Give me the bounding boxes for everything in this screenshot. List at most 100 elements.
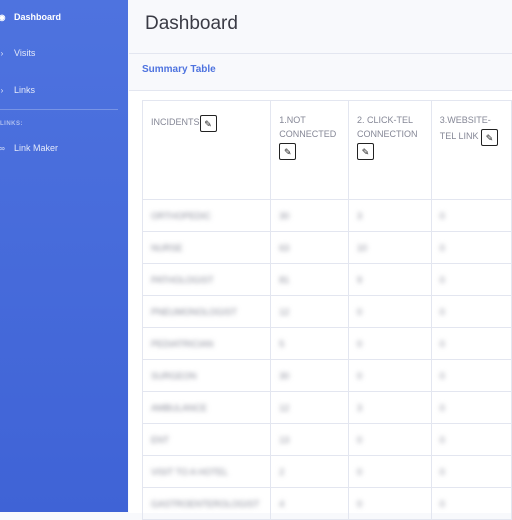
table-cell: 12 [270,391,350,424]
table-cell: 30 [270,359,350,392]
cell-value: 0 [357,370,363,381]
sidebar: ◉ Dashboard › Visits › Links LINKS: ∞ Li… [0,0,128,512]
cell-value: 0 [439,434,445,445]
table-cell: 5 [270,327,350,360]
summary-table: INCIDENTS ✎ 1.NOT CONNECTED ✎ 2. CLICK-TE… [141,100,512,520]
table-cell: 3 [348,391,432,424]
cell-value: 2 [279,466,285,477]
table-cell: PATHOLOGIST [141,263,272,296]
table-cell: 0 [430,263,512,296]
table-cell: 0 [348,455,432,488]
sidebar-item-link-maker[interactable]: ∞ Link Maker [0,143,58,153]
table-row: NURSE 63 10 0 [141,231,512,264]
cell-value: AMBULANCE [151,402,208,413]
table-row: PATHOLOGIST 81 9 0 [141,263,512,296]
cell-value: 0 [357,466,363,477]
table-row: VISIT TO A HOTEL 2 0 0 [141,455,512,488]
table-cell: 13 [270,423,350,456]
header-label: INCIDENTS [151,116,200,127]
chevron-icon: › [0,85,4,95]
header-click-tel-connection: 2. CLICK-TEL CONNECTION ✎ [348,100,432,200]
table-cell: 0 [430,391,512,424]
cell-value: 0 [357,338,363,349]
cell-value: GASTROENTEROLOGIST [151,498,260,509]
header-incidents: INCIDENTS ✎ [141,100,272,200]
table-cell: 0 [430,199,512,232]
page-title: Dashboard [145,13,238,34]
card-title: Summary Table [142,64,216,75]
cell-value: 30 [279,210,290,221]
card-header: Summary Table [129,54,512,91]
table-cell: AMBULANCE [141,391,272,424]
cell-value: ENT [151,434,169,445]
table-cell: 0 [430,359,512,392]
header-not-connected: 1.NOT CONNECTED ✎ [270,100,350,200]
edit-icon[interactable]: ✎ [199,115,217,132]
link-icon: ∞ [0,143,5,153]
cell-value: PEDIATRICIAN [151,338,214,349]
cell-value: 12 [279,306,290,317]
table-cell: 0 [348,359,432,392]
cell-value: 0 [439,338,445,349]
edit-icon[interactable]: ✎ [279,143,297,160]
chevron-icon: › [0,48,4,58]
cell-value: 5 [279,338,285,349]
table-cell: 2 [270,455,350,488]
sidebar-item-visits[interactable]: › Visits [0,48,36,58]
cell-value: 30 [279,370,290,381]
table-cell: 0 [348,423,432,456]
edit-icon[interactable]: ✎ [480,129,498,146]
cell-value: ORTHOPEDIC [151,210,211,221]
cell-value: 3 [357,210,363,221]
sidebar-item-label: Visits [14,48,36,58]
cell-value: 0 [357,498,363,509]
table-cell: 9 [348,263,432,296]
dashboard-icon: ◉ [0,12,6,22]
cell-value: PATHOLOGIST [151,274,214,285]
cell-value: 0 [439,402,445,413]
table-cell: 0 [430,455,512,488]
cell-value: 4 [279,498,285,509]
table-cell: 0 [348,487,432,520]
cell-value: 12 [279,402,290,413]
table-cell: 0 [430,327,512,360]
table-cell: ORTHOPEDIC [141,199,272,232]
sidebar-item-label: Link Maker [14,143,59,153]
table-cell: 10 [348,231,432,264]
table-cell: 63 [270,231,350,264]
header-label: 2. CLICK-TEL CONNECTION [357,115,418,139]
edit-icon[interactable]: ✎ [357,143,375,160]
cell-value: 0 [439,306,445,317]
cell-value: 0 [439,370,445,381]
cell-value: 13 [279,434,290,445]
cell-value: 9 [357,274,363,285]
sidebar-section-heading: LINKS: [0,121,23,127]
cell-value: 0 [439,210,445,221]
cell-value: 3 [357,402,363,413]
table-cell: NURSE [141,231,272,264]
table-cell: 0 [348,295,432,328]
table-cell: 4 [270,487,350,520]
table-cell: 0 [430,231,512,264]
table-cell: 0 [430,487,512,520]
cell-value: 0 [357,434,363,445]
cell-value: 63 [279,242,290,253]
table-row: SURGEON 30 0 0 [141,359,512,392]
cell-value: 0 [357,306,363,317]
table-cell: 81 [270,263,350,296]
sidebar-divider [0,109,118,110]
cell-value: SURGEON [151,370,197,381]
sidebar-item-links[interactable]: › Links [0,85,35,95]
table-cell: VISIT TO A HOTEL [141,455,272,488]
cell-value: 10 [357,242,368,253]
cell-value: NURSE [151,242,183,253]
table-cell: GASTROENTEROLOGIST [141,487,272,520]
summary-card: Summary Table INCIDENTS ✎ 1.NOT CONNECTED… [129,53,512,520]
cell-value: 0 [439,498,445,509]
table-row: AMBULANCE 12 3 0 [141,391,512,424]
cell-value: VISIT TO A HOTEL [151,466,229,477]
table-cell: 3 [348,199,432,232]
header-label: 1.NOT CONNECTED [279,115,337,139]
table-cell: 0 [430,295,512,328]
sidebar-item-dashboard[interactable]: ◉ Dashboard [0,12,61,22]
